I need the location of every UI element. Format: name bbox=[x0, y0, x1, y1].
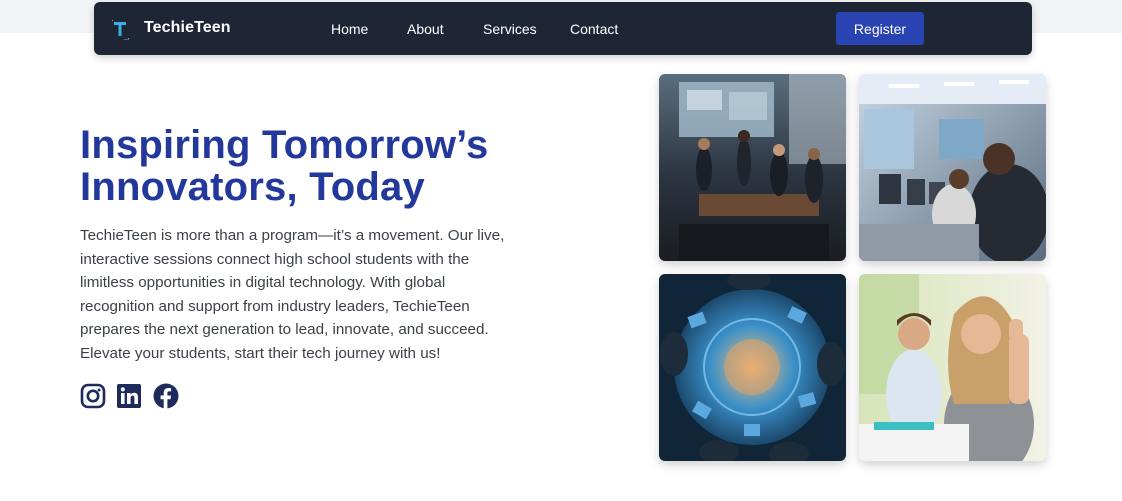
hero-text-line: Elevate your students, start their tech … bbox=[80, 344, 441, 362]
hero-title-line1: Inspiring Tomorrow’s bbox=[80, 123, 489, 167]
facebook-icon[interactable] bbox=[153, 383, 179, 409]
hero-text-line: recognition and support from industry le… bbox=[80, 297, 470, 315]
nav-link-services[interactable]: Services bbox=[483, 21, 537, 37]
hero-text-line: limitless opportunities in digital techn… bbox=[80, 274, 446, 292]
hero-text-line: interactive sessions connect high school… bbox=[80, 250, 470, 268]
nav-link-about[interactable]: About bbox=[407, 21, 444, 37]
hero-description: TechieTeen is more than a program—it’s a… bbox=[80, 224, 510, 366]
nav-link-home[interactable]: Home bbox=[331, 21, 368, 37]
logo-icon[interactable] bbox=[110, 18, 132, 42]
linkedin-icon[interactable] bbox=[116, 383, 142, 409]
photo-computer-lab bbox=[859, 74, 1046, 261]
photo-collaboration-table bbox=[659, 274, 846, 461]
nav-link-contact[interactable]: Contact bbox=[570, 21, 618, 37]
hero-text-line: TechieTeen is more than a program—it’s a… bbox=[80, 227, 505, 244]
hero-text-line: prepares the next generation to lead, in… bbox=[80, 321, 489, 339]
photo-student-thumbs-up bbox=[859, 274, 1046, 461]
instagram-icon[interactable] bbox=[80, 383, 106, 409]
navbar: TechieTeen Home About Services Contact R… bbox=[94, 2, 1032, 55]
hero-title-line2: Innovators, Today bbox=[80, 165, 425, 209]
brand-name[interactable]: TechieTeen bbox=[144, 19, 231, 37]
hero-title: Inspiring Tomorrow’s Innovators, Today bbox=[80, 124, 540, 208]
photo-meeting-room bbox=[659, 74, 846, 261]
register-button[interactable]: Register bbox=[836, 12, 924, 45]
